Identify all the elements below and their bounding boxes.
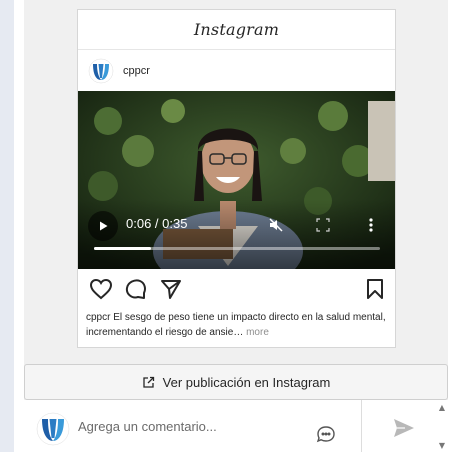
scroll-down-arrow-icon[interactable]: ▼ xyxy=(437,440,447,450)
commenter-avatar xyxy=(36,412,70,446)
fullscreen-icon xyxy=(316,218,330,232)
play-icon xyxy=(100,221,108,231)
view-on-instagram-button[interactable]: Ver publicación en Instagram xyxy=(24,364,448,400)
view-on-instagram-label: Ver publicación en Instagram xyxy=(162,374,331,390)
embed-user-row[interactable]: cppcr xyxy=(78,51,395,91)
comment-button[interactable] xyxy=(123,276,149,302)
caption-text: El sesgo de peso tiene un impacto direct… xyxy=(86,312,386,338)
embed-header: Instagram xyxy=(78,10,395,50)
video-time: 0:06 / 0:35 xyxy=(126,216,188,231)
comment-bubble-icon xyxy=(125,279,146,299)
caption-username[interactable]: cppcr xyxy=(86,312,110,323)
caption-more-link[interactable]: more xyxy=(243,327,269,338)
comment-bar: ▲ ▼ xyxy=(24,400,454,452)
embed-username[interactable]: cppcr xyxy=(123,65,150,77)
more-options-button[interactable] xyxy=(362,216,380,234)
play-button[interactable] xyxy=(88,211,118,241)
emoji-icon[interactable] xyxy=(316,424,336,444)
bookmark-icon xyxy=(367,279,383,299)
like-button[interactable] xyxy=(88,276,114,302)
cppcr-logo-avatar[interactable] xyxy=(88,58,114,84)
comment-bar-divider xyxy=(361,400,362,452)
page-left-strip xyxy=(0,0,14,452)
video-progress-fill xyxy=(94,247,152,250)
instagram-brand[interactable]: Instagram xyxy=(194,20,279,39)
instagram-embed-card: Instagram cppcr 0:06 / 0:35 cppcr El ses… xyxy=(77,9,396,348)
save-button[interactable] xyxy=(362,276,388,302)
post-caption: cppcr El sesgo de peso tiene un impacto … xyxy=(86,310,388,340)
paper-plane-icon xyxy=(161,280,181,299)
heart-icon xyxy=(89,278,113,300)
video-controls-overlay xyxy=(78,199,395,269)
fullscreen-button[interactable] xyxy=(314,216,332,234)
kebab-menu-icon xyxy=(369,218,373,232)
comment-input[interactable] xyxy=(78,406,328,446)
mute-toggle[interactable] xyxy=(267,216,285,234)
volume-muted-icon xyxy=(269,218,283,232)
send-icon[interactable] xyxy=(392,416,416,440)
video-progress-bar[interactable] xyxy=(94,247,380,250)
video-player[interactable]: 0:06 / 0:35 xyxy=(78,91,395,269)
scroll-up-arrow-icon[interactable]: ▲ xyxy=(437,402,447,412)
external-link-icon xyxy=(142,376,155,389)
share-button[interactable] xyxy=(158,276,184,302)
post-actions xyxy=(78,276,395,306)
